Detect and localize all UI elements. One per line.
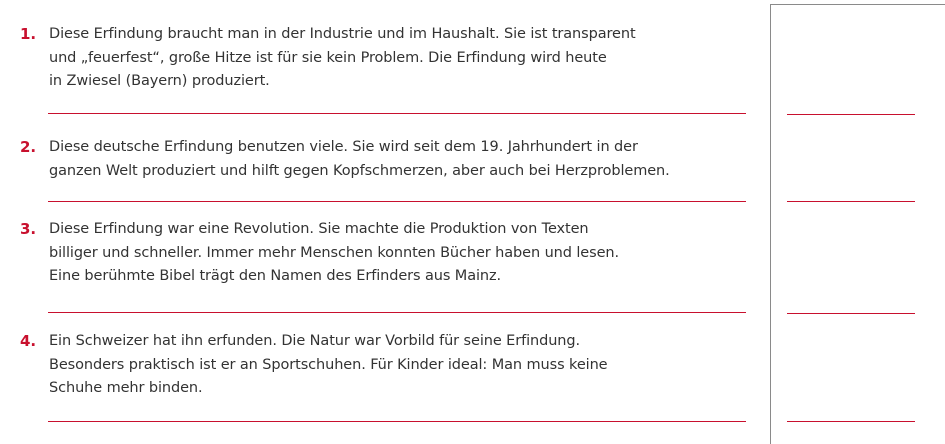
exercise-sheet: 1. Diese Erfindung braucht man in der In… [0, 0, 945, 444]
answer-divider-2 [48, 201, 746, 202]
answer-field-2[interactable] [787, 201, 915, 202]
item-text: Diese Erfindung war eine Revolution. Sie… [49, 218, 749, 289]
text-line: Eine berühmte Bibel trägt den Namen des … [49, 268, 502, 284]
item-number: 4. [20, 332, 37, 350]
answer-field-3[interactable] [787, 313, 915, 314]
answer-divider-4 [48, 421, 746, 422]
text-line: Ein Schweizer hat ihn erfunden. Die Natu… [49, 333, 581, 349]
text-line: Besonders praktisch ist er an Sportschuh… [49, 356, 608, 373]
item-text: Diese Erfindung braucht man in der Indus… [49, 23, 749, 94]
item-number: 1. [20, 25, 37, 43]
item-text: Diese deutsche Erfindung benutzen viele.… [49, 136, 749, 183]
text-line: und „feuerfest“, große Hitze ist für sie… [49, 49, 607, 66]
item-text: Ein Schweizer hat ihn erfunden. Die Natu… [49, 330, 749, 401]
text-line: Diese deutsche Erfindung benutzen viele.… [49, 139, 638, 155]
text-line: Diese Erfindung war eine Revolution. Sie… [49, 221, 589, 237]
answer-divider-3 [48, 312, 746, 313]
answer-box [770, 4, 945, 444]
text-line: Diese Erfindung braucht man in der Indus… [49, 26, 636, 42]
answer-divider-1 [48, 113, 746, 114]
text-line: in Zwiesel (Bayern) produziert. [49, 73, 270, 89]
item-number: 2. [20, 138, 37, 156]
answer-field-1[interactable] [787, 114, 915, 115]
text-line: billiger und schneller. Immer mehr Mensc… [49, 244, 619, 261]
item-number: 3. [20, 220, 37, 238]
text-line: Schuhe mehr binden. [49, 380, 203, 396]
text-line: ganzen Welt produziert und hilft gegen K… [49, 162, 670, 179]
answer-field-4[interactable] [787, 421, 915, 422]
